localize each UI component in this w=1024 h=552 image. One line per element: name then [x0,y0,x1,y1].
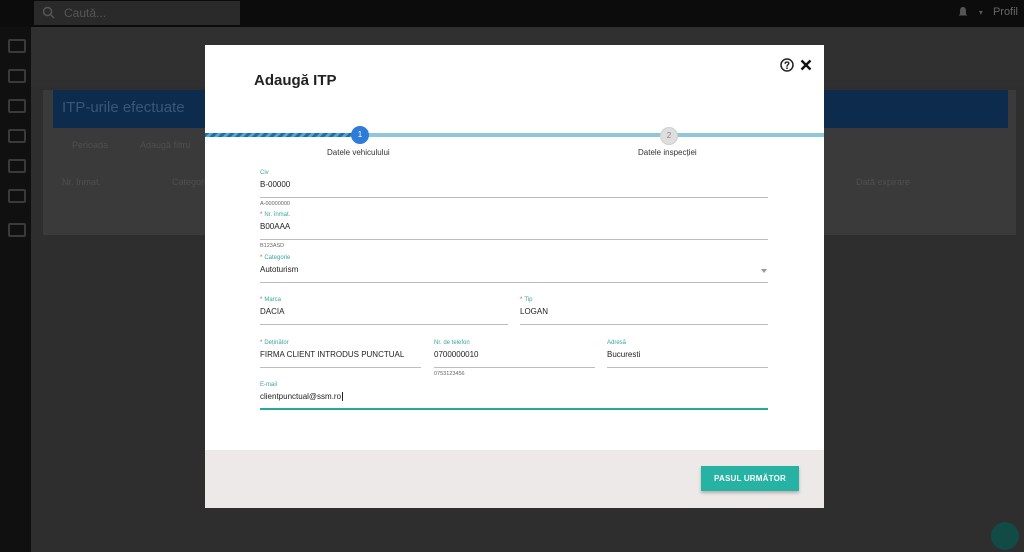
card-icon[interactable] [8,223,26,237]
add-itp-modal: Adaugă ITP 1 2 Datele vehiculului Datele… [205,45,824,508]
telefon-value: 0700000010 [434,350,479,359]
civ-value: B-00000 [260,180,291,189]
email-value-wrap: clientpunctual@ssm.ro [260,392,344,402]
detinator-label: * Deținător [260,340,289,346]
categorie-label-text: Categorie [264,255,291,261]
stepper-track-done [205,133,360,137]
tip-label: * Tip [520,297,533,303]
civ-label: Civ [260,170,269,176]
email-value: clientpunctual@ssm.ro [260,392,342,401]
tip-field[interactable]: * Tip LOGAN [520,297,768,325]
search-icon [42,6,55,19]
search-placeholder: Caută... [64,6,107,20]
telefon-hint: 0753123456 [434,371,465,377]
tip-label-text: Tip [524,297,533,303]
telefon-underline [434,367,595,368]
adresa-underline [607,367,768,368]
detinator-label-text: Deținător [264,340,289,346]
step-2-circle[interactable]: 2 [660,127,678,145]
panel-title: ITP-urile efectuate [62,99,185,116]
detinator-underline [260,367,421,368]
bell-icon[interactable] [957,6,969,18]
stepper-track-pending [360,133,824,137]
top-bar: Caută... ▾ Profil [0,0,1024,27]
help-circle-icon[interactable] [780,58,794,72]
marca-value: DACIA [260,307,285,316]
email-label: E-mail [260,382,278,388]
nr-inmat-field[interactable]: * Nr. înmat. B00AAA [260,212,768,240]
filter-period[interactable]: Perioada [72,140,108,150]
civ-hint: A-00000000 [260,201,290,207]
nr-inmat-label-text: Nr. înmat. [264,212,291,218]
mail-icon[interactable] [8,129,26,143]
profile-menu[interactable]: Profil [993,6,1018,18]
marca-field[interactable]: * Marca DACIA [260,297,508,325]
marca-label: * Marca [260,297,282,303]
step-1-label: Datele vehiculului [327,148,390,157]
telefon-label: Nr. de telefon [434,340,470,346]
marca-underline [260,324,508,325]
nr-inmat-label: * Nr. înmat. [260,212,291,218]
telefon-field[interactable]: Nr. de telefon 0700000010 [434,340,595,368]
column-nr-inmat[interactable]: Nr. înmat. [62,177,101,187]
next-step-button[interactable]: PASUL URMĂTOR [701,466,799,491]
civ-underline [260,197,768,198]
top-right-menu: ▾ Profil [957,6,1018,18]
categorie-select[interactable]: * Categorie Autoturism [260,255,768,283]
adresa-label: Adresă [607,340,627,346]
text-cursor [342,392,344,402]
dashboard-icon[interactable] [8,39,26,53]
group-icon[interactable] [8,99,26,113]
id-card-icon[interactable] [8,189,26,203]
calendar-icon[interactable] [8,69,26,83]
chart-icon[interactable] [8,159,26,173]
nr-inmat-hint: B123ASD [260,243,285,249]
detinator-field[interactable]: * Deținător FIRMA CLIENT INTRODUS PUNCTUA… [260,340,421,368]
email-underline [260,408,768,410]
adresa-field[interactable]: Adresă Bucuresti [607,340,768,368]
categorie-label: * Categorie [260,255,291,261]
marca-label-text: Marca [264,297,282,303]
step-1-circle[interactable]: 1 [351,126,369,144]
adresa-value: Bucuresti [607,350,641,359]
modal-title: Adaugă ITP [254,72,337,89]
nr-inmat-underline [260,239,768,240]
chevron-down-icon[interactable]: ▾ [979,8,983,17]
nr-inmat-value: B00AAA [260,222,291,231]
detinator-value: FIRMA CLIENT INTRODUS PUNCTUAL [260,350,405,359]
search-box[interactable]: Caută... [34,1,240,25]
sidebar [0,27,31,552]
close-icon[interactable] [800,59,812,71]
tip-underline [520,324,768,325]
email-field[interactable]: E-mail clientpunctual@ssm.ro [260,382,768,410]
categorie-value: Autoturism [260,265,299,274]
tip-value: LOGAN [520,307,549,316]
dropdown-arrow-icon [761,269,767,273]
civ-field[interactable]: Civ B-00000 [260,170,768,198]
categorie-underline [260,282,768,283]
chat-button[interactable] [991,522,1019,550]
step-2-label: Datele inspecției [638,148,697,157]
column-data-expirare[interactable]: Dată expirare [856,177,910,187]
filter-add[interactable]: Adaugă filtru [140,140,191,150]
